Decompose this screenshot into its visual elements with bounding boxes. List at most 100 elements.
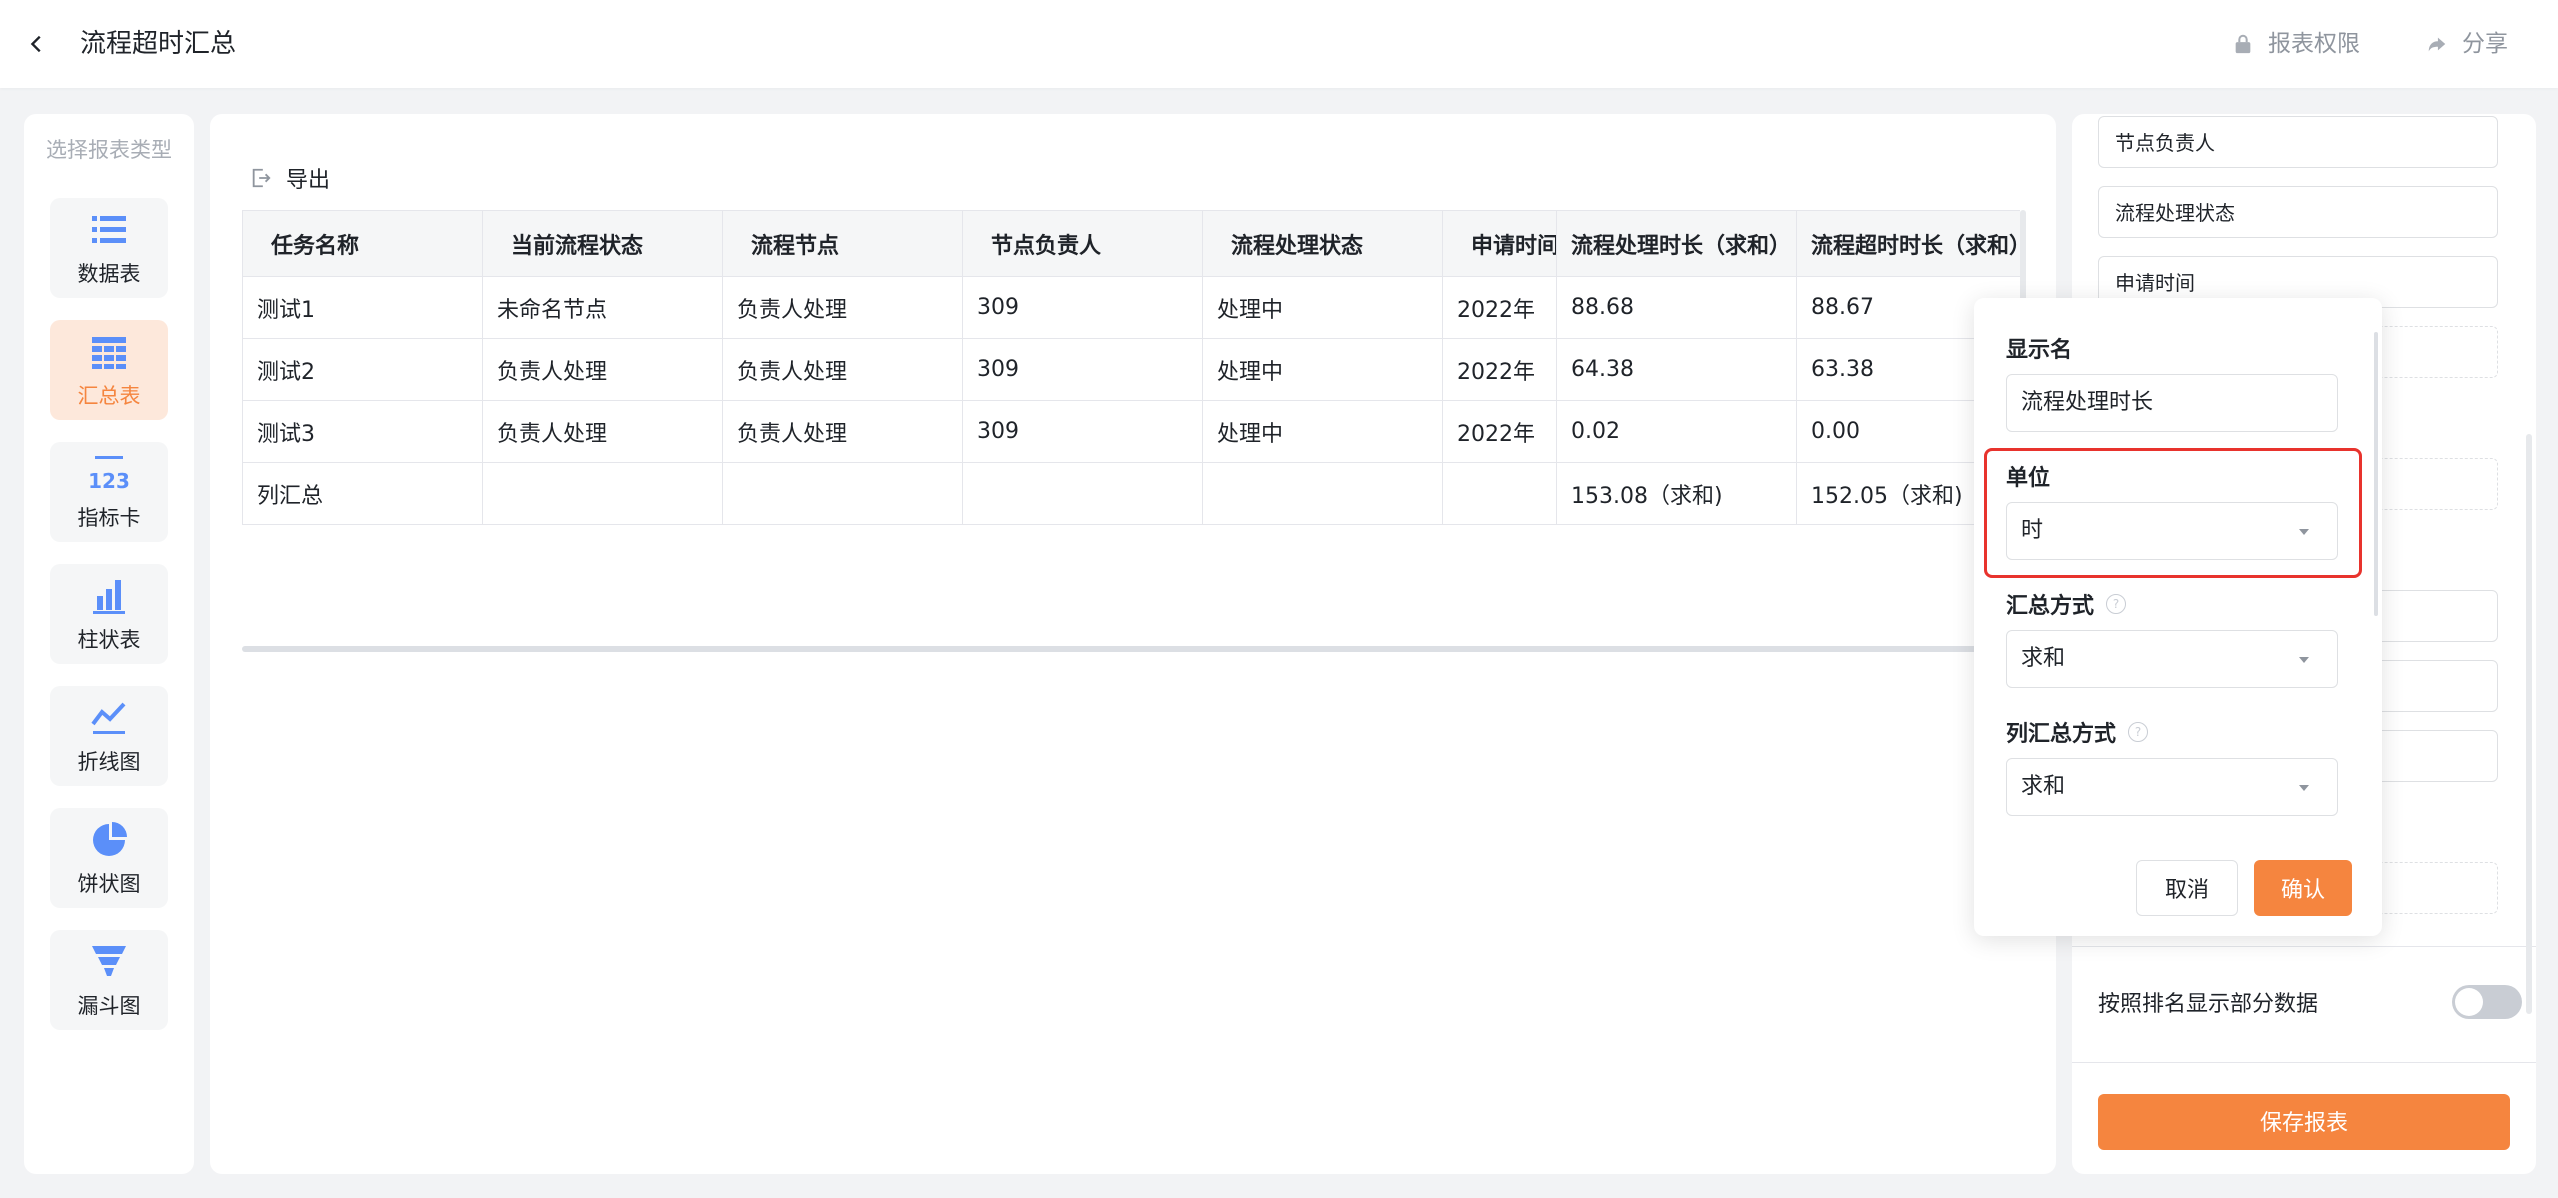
table-cell: 309: [962, 338, 1203, 401]
rank-toggle-label: 按照排名显示部分数据: [2098, 992, 2319, 1017]
column-summary-text: 列汇总方式: [2006, 722, 2117, 747]
report-preview-panel: 导出 任务名称 当前流程状态 流程节点 节点负责人 流程处理状态 申请时间 流程…: [210, 114, 2056, 1174]
column-summary-value: 求和: [2021, 774, 2066, 799]
cancel-button[interactable]: 取消: [2136, 860, 2238, 916]
svg-text:123: 123: [89, 469, 129, 493]
confirm-button[interactable]: 确认: [2254, 860, 2352, 916]
report-permission-label: 报表权限: [2268, 31, 2360, 57]
column-summary-select[interactable]: 求和: [2006, 758, 2338, 816]
sidebar-item-summary-table[interactable]: 汇总表: [50, 320, 168, 420]
list-icon: [92, 216, 126, 243]
table-cell: 309: [962, 400, 1203, 463]
table-summary-row: 列汇总 153.08（求和) 152.05（求和): [242, 462, 2020, 525]
table-cell: [722, 462, 963, 525]
summary-table-icon: [92, 337, 126, 369]
table-cell: 153.08（求和): [1556, 462, 1797, 525]
column-header[interactable]: 当前流程状态: [482, 210, 723, 277]
table-cell: 负责人处理: [722, 400, 963, 463]
table-cell: 负责人处理: [722, 338, 963, 401]
sidebar-item-pie-chart[interactable]: 饼状图: [50, 808, 168, 908]
table-cell: 309: [962, 276, 1203, 339]
summary-method-value: 求和: [2021, 646, 2066, 671]
lock-icon: [2235, 34, 2251, 54]
table-row: 测试2 负责人处理 负责人处理 309 处理中 2022年 64.38 63.3…: [242, 338, 2020, 401]
sidebar-item-data-table[interactable]: 数据表: [50, 198, 168, 298]
summary-table: 任务名称 当前流程状态 流程节点 节点负责人 流程处理状态 申请时间 流程处理时…: [242, 210, 2020, 525]
table-cell: 0.02: [1556, 400, 1797, 463]
sidebar-item-line-chart[interactable]: 折线图: [50, 686, 168, 786]
sidebar-item-label: 数据表: [77, 262, 141, 286]
column-summary-label: 列汇总方式 ?: [2006, 716, 2149, 748]
sidebar-item-label: 柱状表: [77, 628, 141, 652]
sidebar-item-label: 汇总表: [77, 384, 141, 408]
page-title: 流程超时汇总: [80, 29, 237, 59]
summary-method-select[interactable]: 求和: [2006, 630, 2338, 688]
unit-label: 单位: [2006, 466, 2051, 491]
field-node-owner[interactable]: 节点负责人: [2098, 116, 2498, 168]
sidebar-title: 选择报表类型: [46, 138, 172, 162]
column-header[interactable]: 流程节点: [722, 210, 963, 277]
table-cell: 64.38: [1556, 338, 1797, 401]
table-horizontal-scrollbar[interactable]: [242, 646, 1984, 652]
table-cell: 列汇总: [242, 462, 483, 525]
table-row: 测试1 未命名节点 负责人处理 309 处理中 2022年 88.68 88.6…: [242, 276, 2020, 339]
table-cell: 负责人处理: [482, 338, 723, 401]
export-icon: [252, 168, 271, 188]
top-bar: 流程超时汇总 报表权限 分享: [0, 0, 2558, 88]
table-cell: 未命名节点: [482, 276, 723, 339]
share-icon: [2428, 37, 2446, 52]
table-cell: [482, 462, 723, 525]
save-report-button[interactable]: 保存报表: [2098, 1094, 2510, 1150]
table-cell: 负责人处理: [482, 400, 723, 463]
export-button[interactable]: 导出: [250, 162, 330, 194]
rank-toggle-switch[interactable]: [2452, 985, 2522, 1019]
sidebar-item-funnel-chart[interactable]: 漏斗图: [50, 930, 168, 1030]
table-cell: [962, 462, 1203, 525]
unit-select-value: 时: [2021, 518, 2044, 543]
column-header[interactable]: 节点负责人: [962, 210, 1203, 277]
display-name-label: 显示名: [2006, 338, 2073, 363]
summary-method-text: 汇总方式: [2006, 594, 2095, 619]
help-icon[interactable]: ?: [2106, 594, 2127, 614]
bar-chart-icon: [93, 580, 125, 614]
table-cell: [1442, 462, 1557, 525]
unit-select[interactable]: 时: [2006, 502, 2338, 560]
table-cell: 测试3: [242, 400, 483, 463]
table-cell: 2022年: [1442, 276, 1557, 339]
share-label: 分享: [2462, 31, 2508, 57]
summary-table-container: 任务名称 当前流程状态 流程节点 节点负责人 流程处理状态 申请时间 流程处理时…: [242, 210, 2020, 642]
share-button[interactable]: 分享: [2426, 24, 2508, 64]
sidebar-item-indicator-card[interactable]: 123 指标卡: [50, 442, 168, 542]
divider: [2072, 1062, 2536, 1063]
column-header[interactable]: 任务名称: [242, 210, 483, 277]
table-header-row: 任务名称 当前流程状态 流程节点 节点负责人 流程处理状态 申请时间 流程处理时…: [242, 210, 2020, 277]
dropdown-arrow-icon: [2299, 529, 2309, 535]
table-cell: 处理中: [1202, 276, 1443, 339]
column-header[interactable]: 流程处理时长（求和）: [1556, 210, 1797, 277]
table-cell: 负责人处理: [722, 276, 963, 339]
sidebar-item-bar-chart[interactable]: 柱状表: [50, 564, 168, 664]
export-label: 导出: [286, 168, 331, 193]
field-process-status[interactable]: 流程处理状态: [2098, 186, 2498, 238]
table-cell: 处理中: [1202, 400, 1443, 463]
sidebar-item-label: 折线图: [77, 750, 141, 774]
display-name-input[interactable]: 流程处理时长: [2006, 374, 2338, 432]
table-row: 测试3 负责人处理 负责人处理 309 处理中 2022年 0.02 0.00: [242, 400, 2020, 463]
popover-scrollbar[interactable]: [2374, 332, 2378, 616]
divider: [2072, 946, 2536, 947]
config-panel-scrollbar[interactable]: [2526, 434, 2532, 1014]
column-header[interactable]: 流程处理状态: [1202, 210, 1443, 277]
help-icon[interactable]: ?: [2128, 722, 2149, 742]
table-cell: 2022年: [1442, 338, 1557, 401]
number-card-icon: 123: [89, 456, 129, 493]
rank-toggle-row: 按照排名显示部分数据: [2098, 976, 2528, 1028]
sidebar-item-label: 漏斗图: [77, 994, 141, 1018]
back-button[interactable]: [26, 24, 54, 64]
column-header[interactable]: 流程超时时长（求和）: [1796, 210, 2020, 277]
table-cell: 测试2: [242, 338, 483, 401]
report-permission-button[interactable]: 报表权限: [2232, 24, 2360, 64]
column-header[interactable]: 申请时间: [1442, 210, 1557, 277]
field-settings-popover: 显示名 流程处理时长 单位 时 汇总方式 ? 求和 列汇总方式 ? 求和 取消 …: [1974, 298, 2382, 936]
table-cell: 处理中: [1202, 338, 1443, 401]
funnel-chart-icon: [92, 946, 126, 976]
